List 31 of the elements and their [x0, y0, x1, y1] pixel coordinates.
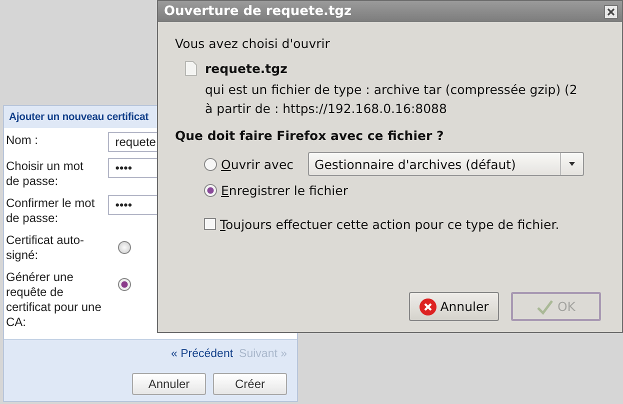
window-title: Ouverture de requete.tgz	[164, 4, 352, 19]
file-type-text: qui est un fichier de type : archive tar (compressée gzip) (2	[205, 81, 578, 99]
checkbox-label[interactable]: Toujours effectuer cette action pour ce type de fichier.	[220, 216, 560, 232]
option-label[interactable]: Ouvrir avec	[221, 156, 294, 172]
application-dropdown[interactable]: Gestionnaire d'archives (défaut)	[308, 152, 584, 176]
close-button[interactable]	[604, 4, 618, 18]
field-label: Générer une requête de certificat pour une CA:	[6, 269, 102, 330]
file-name: requete.tgz	[205, 60, 288, 78]
field-label: Confirmer le mot de passe:	[6, 195, 96, 226]
file-icon	[185, 61, 197, 76]
field-label: Choisir un mot de passe:	[6, 158, 84, 189]
question-text: Que doit faire Firefox avec ce fichier ?	[175, 127, 445, 145]
field-label: Nom :	[6, 132, 40, 148]
pager-link[interactable]: « Précédent	[171, 348, 234, 360]
cancel-icon	[419, 298, 438, 316]
radio-button[interactable]	[204, 158, 217, 170]
check-icon	[536, 298, 554, 316]
radio-button[interactable]	[204, 184, 217, 196]
field-label: Certificat auto-signé:	[6, 232, 86, 263]
cancel-button[interactable]: Annuler	[409, 292, 499, 321]
radio-button[interactable]	[118, 241, 131, 254]
close-icon	[607, 8, 615, 16]
caret-icon	[568, 162, 575, 166]
option-label[interactable]: Enregistrer le fichier	[221, 182, 348, 198]
radio-button[interactable]	[118, 278, 131, 291]
form-button[interactable]: Annuler	[132, 373, 206, 395]
form-button[interactable]: Créer	[213, 373, 287, 395]
panel-title: Ajouter un nouveau certificat	[9, 111, 148, 123]
source-text: à partir de : https://192.168.0.16:8088	[205, 100, 448, 118]
intro-text: Vous avez choisi d'ouvrir	[175, 35, 331, 53]
checkbox[interactable]	[204, 218, 216, 230]
